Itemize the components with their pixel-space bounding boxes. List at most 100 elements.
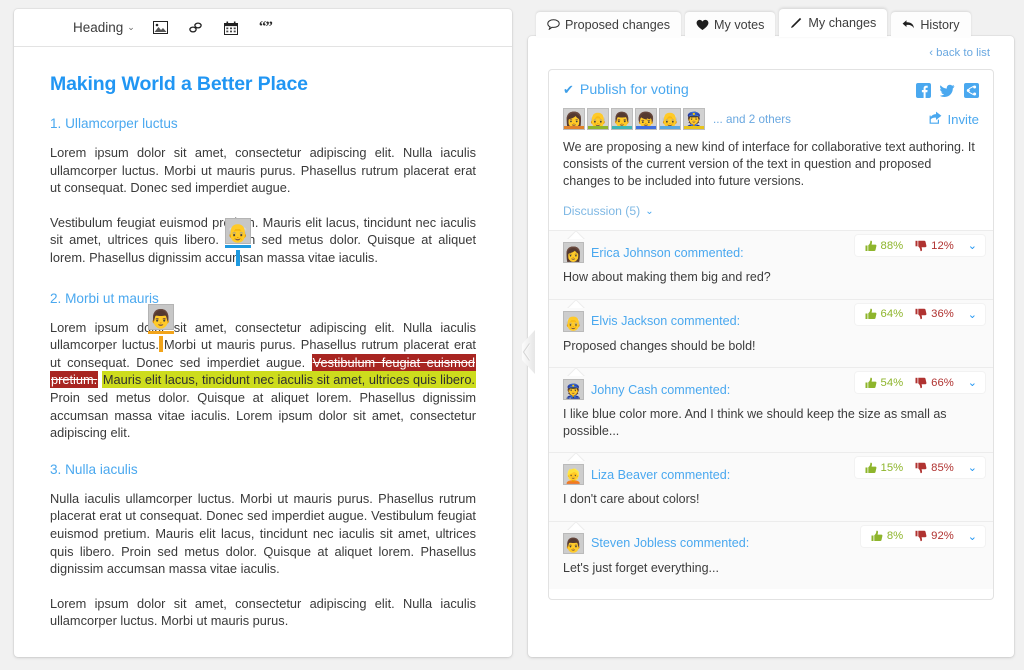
comment-author[interactable]: Liza Beaver commented:	[591, 468, 730, 482]
comment-author[interactable]: Johny Cash commented:	[591, 383, 730, 397]
comment-text: I don't care about colors!	[563, 492, 700, 506]
section-heading: 2. Morbi ut mauris	[50, 290, 159, 306]
vote-down-button[interactable]: 85%	[915, 462, 954, 474]
comment-author[interactable]: Elvis Jackson commented:	[591, 314, 740, 328]
vote-badge: 15% 85% ⌄	[854, 457, 985, 478]
heading-style-dropdown[interactable]: Heading ⌄	[73, 20, 135, 35]
vote-badge: 8% 92% ⌄	[860, 525, 985, 547]
twitter-icon[interactable]	[939, 83, 955, 98]
discussion-label: Discussion (5)	[563, 204, 641, 218]
vote-up-button[interactable]: 15%	[865, 461, 904, 474]
chevron-down-icon: ⌄	[127, 22, 135, 32]
vote-down-value: 92%	[931, 530, 954, 542]
avatar[interactable]: 👱	[563, 464, 584, 485]
vote-down-button[interactable]: 12%	[915, 240, 954, 252]
chevron-down-icon[interactable]: ⌄	[968, 239, 977, 252]
avatar[interactable]: 👴	[659, 108, 681, 130]
vote-down-button[interactable]: 66%	[915, 377, 954, 389]
chevron-down-icon[interactable]: ⌄	[968, 376, 977, 389]
tab-proposed-changes[interactable]: Proposed changes	[536, 12, 682, 37]
proposal-header: ✔ Publish for voting	[549, 70, 993, 108]
collab-cursor-avatar: 👴	[225, 218, 251, 244]
chevron-left-icon	[522, 330, 535, 374]
tab-label: Proposed changes	[565, 17, 671, 32]
inserted-text[interactable]: Mauris elit lacus, tincidunt nec iaculis…	[101, 371, 476, 389]
avatar[interactable]: 👦	[635, 108, 657, 130]
thumbs-up-icon	[865, 308, 876, 319]
paragraph-with-changes: Lorem ipsum dolor sit amet, consectetur …	[50, 319, 476, 442]
comment-text: I like blue color more. And I think we s…	[563, 407, 947, 438]
image-icon[interactable]	[152, 19, 170, 36]
collab-cursor-bar	[148, 331, 174, 334]
document-body[interactable]: Making World a Better Place 1. Ullamcorp…	[14, 47, 512, 630]
avatar[interactable]: 👮	[683, 108, 705, 130]
vote-up-button[interactable]: 8%	[871, 530, 903, 542]
comment-text: How about making them big and red?	[563, 270, 771, 284]
tab-label: History	[920, 17, 960, 32]
invite-share-icon	[929, 111, 942, 127]
text-after-change: Proin sed metus dolor. Quisque at alique…	[50, 389, 476, 441]
collab-cursor-caret	[159, 336, 163, 348]
thumbs-up-icon	[865, 240, 876, 251]
tab-my-votes[interactable]: My votes	[685, 12, 776, 37]
vote-up-button[interactable]: 64%	[865, 308, 904, 320]
avatar[interactable]: 👴	[563, 310, 584, 332]
chevron-down-icon[interactable]: ⌄	[968, 530, 977, 543]
collab-cursor-caret	[236, 250, 240, 262]
heart-icon	[696, 19, 709, 31]
blockquote-icon[interactable]: “”	[259, 19, 273, 36]
tab-label: My votes	[714, 17, 765, 32]
vote-up-value: 88%	[880, 239, 904, 252]
comment-notch	[567, 367, 585, 376]
avatar[interactable]: 👩	[563, 108, 585, 130]
discussion-toggle[interactable]: Discussion (5) ⌄	[549, 190, 668, 230]
and-others-link[interactable]: ... and 2 others	[713, 113, 791, 126]
avatar[interactable]: 👨	[611, 108, 633, 130]
check-icon: ✔	[563, 82, 574, 97]
comment-text: Let's just forget everything...	[563, 560, 719, 575]
right-panel: Proposed changes My votes My changes His…	[528, 9, 1014, 657]
publish-for-voting-button[interactable]: ✔ Publish for voting	[563, 82, 689, 98]
tab-bar: Proposed changes My votes My changes His…	[528, 9, 1014, 37]
invite-button[interactable]: Invite	[929, 111, 979, 127]
thumbs-down-icon	[915, 530, 927, 542]
vote-badge: 54% 66% ⌄	[854, 372, 985, 393]
chevron-down-icon[interactable]: ⌄	[968, 461, 977, 474]
avatar[interactable]: 👩	[563, 242, 584, 263]
collab-cursor-bar	[225, 245, 251, 248]
heading-style-label: Heading	[73, 20, 124, 35]
vote-up-value: 54%	[880, 376, 904, 389]
comment-item: 15% 85% ⌄ 👱 Liza Beaver commented: I don…	[549, 452, 993, 521]
tab-history[interactable]: History	[891, 12, 971, 37]
undo-arrow-icon	[902, 19, 915, 30]
tab-my-changes[interactable]: My changes	[779, 9, 888, 37]
collapse-panel-handle[interactable]	[519, 330, 535, 374]
comment-author[interactable]: Erica Johnson commented:	[591, 246, 744, 260]
chevron-down-icon[interactable]: ⌄	[968, 308, 977, 321]
facebook-icon[interactable]	[916, 82, 931, 98]
share-icon[interactable]	[964, 82, 979, 98]
pencil-icon	[790, 17, 803, 29]
collab-cursor-avatar: 👨	[148, 304, 174, 330]
calendar-table-icon[interactable]	[222, 19, 240, 36]
vote-down-button[interactable]: 36%	[915, 308, 954, 320]
document-section-2: 2. Morbi ut mauris Lorem ipsum dolor sit…	[50, 291, 476, 442]
thumbs-down-icon	[915, 377, 927, 388]
vote-down-value: 36%	[931, 308, 954, 320]
comment-author[interactable]: Steven Jobless commented:	[591, 536, 749, 550]
avatar[interactable]: 👴	[587, 108, 609, 130]
vote-up-value: 64%	[880, 308, 904, 320]
paragraph: Lorem ipsum dolor sit amet, consectetur …	[50, 145, 476, 196]
comment-notch	[567, 452, 585, 461]
link-icon[interactable]	[187, 19, 205, 36]
vote-down-value: 12%	[931, 239, 954, 252]
proposal-card: ✔ Publish for voting 👩 👴 👨 👦 👴 👮 ... and…	[548, 69, 994, 600]
vote-up-button[interactable]: 54%	[865, 376, 904, 389]
vote-up-button[interactable]: 88%	[865, 239, 904, 252]
thumbs-down-icon	[915, 462, 927, 473]
back-to-list-link[interactable]: ‹ back to list	[528, 36, 1014, 59]
avatar[interactable]: 👨	[563, 532, 584, 554]
vote-down-button[interactable]: 92%	[915, 530, 954, 542]
vote-up-value: 15%	[880, 461, 904, 474]
avatar[interactable]: 👮	[563, 379, 584, 400]
